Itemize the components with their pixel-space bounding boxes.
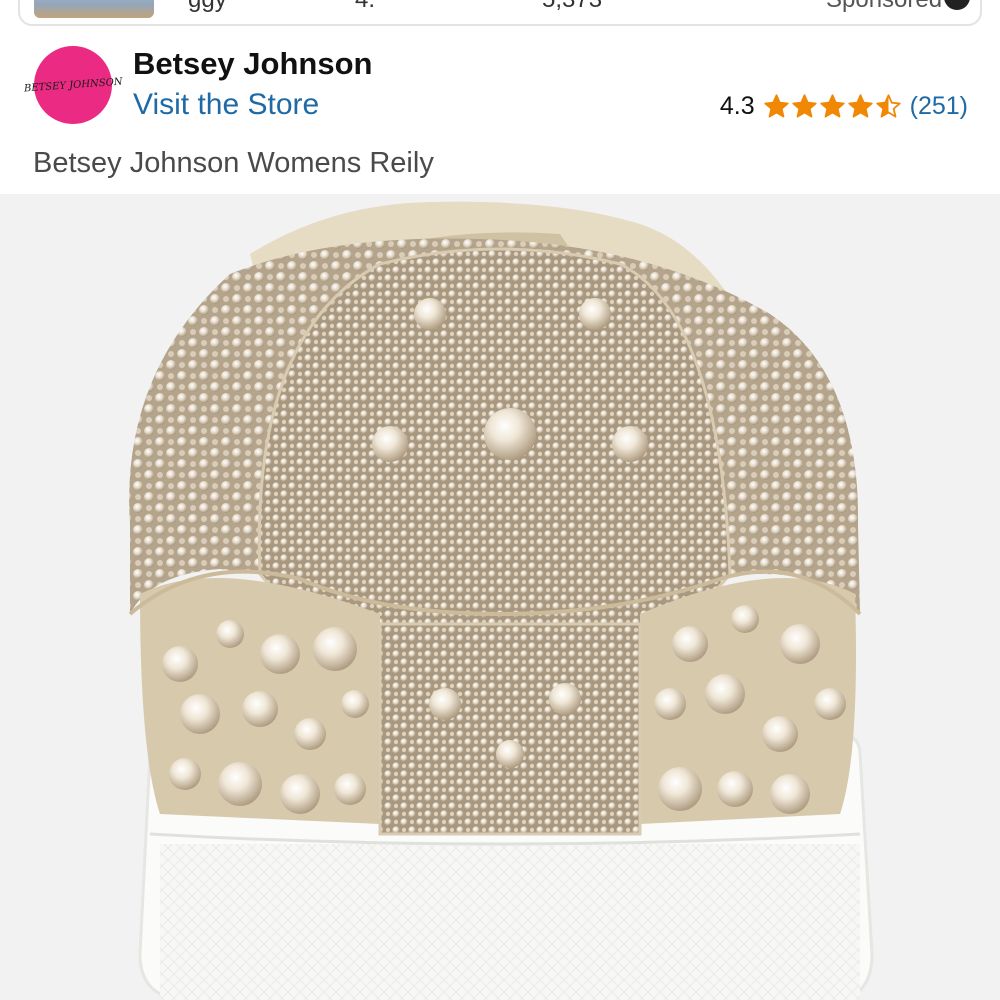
sponsored-product-thumbnail[interactable] (34, 0, 154, 18)
rating-value: 4.3 (719, 92, 755, 120)
star-rating (763, 93, 902, 120)
star-icon (791, 94, 817, 118)
product-title: Betsey Johnson Womens Reily (33, 147, 434, 179)
sponsored-card-count-fragment: 5,373 (542, 0, 602, 14)
star-icon (763, 94, 789, 118)
rating-count-link[interactable]: (251) (910, 92, 968, 121)
star-icon (847, 94, 873, 118)
brand-logo-text: BETSEY JOHNSON (23, 76, 123, 94)
star-icon (875, 94, 901, 118)
sponsored-product-card[interactable]: ggy 4. 5,373 Sponsored (18, 0, 982, 26)
brand-name[interactable]: Betsey Johnson (133, 46, 372, 82)
sponsored-card-title-fragment: ggy (188, 0, 278, 14)
sponsored-label: Sponsored (826, 0, 942, 14)
visit-store-link[interactable]: Visit the Store (133, 88, 319, 122)
product-page: ggy 4. 5,373 Sponsored BETSEY JOHNSON Be… (0, 0, 1000, 1000)
rating-summary[interactable]: 4.3 (251) (720, 92, 968, 121)
info-icon[interactable] (944, 0, 970, 10)
star-icon (819, 94, 845, 118)
brand-logo[interactable]: BETSEY JOHNSON (23, 46, 123, 124)
sponsored-card-rating-fragment: 4. (355, 0, 375, 14)
product-image[interactable] (0, 194, 1000, 1000)
